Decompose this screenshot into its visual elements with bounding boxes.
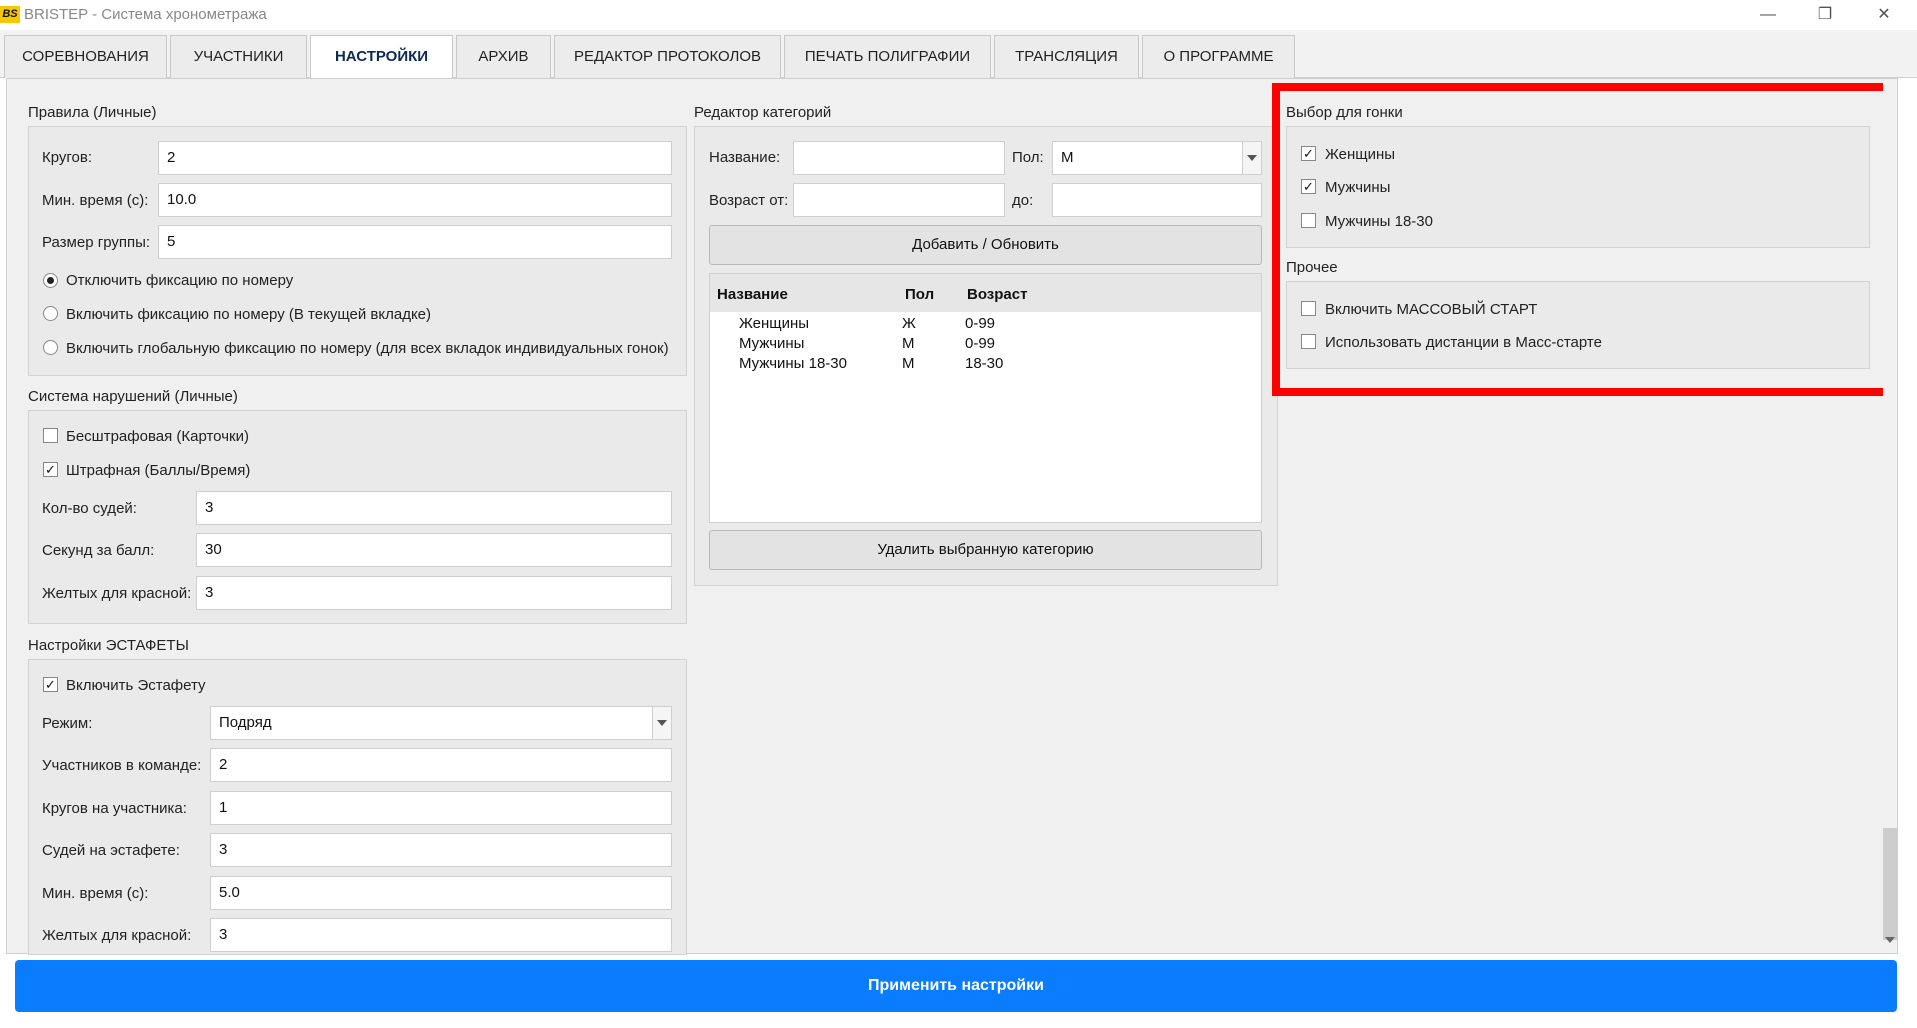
relay-min-time-label: Мин. время (с):: [42, 885, 149, 902]
minimize-button[interactable]: —: [1740, 0, 1796, 30]
row-age: 0-99: [965, 335, 996, 352]
category-sex-select[interactable]: М: [1052, 141, 1262, 175]
age-to-label: до:: [1012, 192, 1034, 209]
yellow-label: Желтых для красной:: [42, 585, 192, 602]
column-age-header[interactable]: Возраст: [967, 286, 1027, 303]
vertical-scrollbar[interactable]: [1883, 79, 1897, 953]
row-sex: Ж: [902, 315, 916, 332]
laps-input[interactable]: 2: [158, 141, 672, 175]
penalty-label: Штрафная (Баллы/Время): [66, 462, 251, 479]
category-list[interactable]: Название Пол Возраст Женщины Ж 0-99 Мужч…: [709, 273, 1262, 523]
tab-broadcast[interactable]: ТРАНСЛЯЦИЯ: [994, 35, 1139, 78]
scroll-down-arrow-icon[interactable]: [1885, 937, 1895, 943]
tab-competitions[interactable]: СОРЕВНОВАНИЯ: [4, 35, 167, 78]
title-bar: BS BRISTEP - Система хронометража — ❐ ✕: [0, 0, 1917, 30]
rules-title: Правила (Личные): [28, 104, 157, 121]
row-name: Мужчины 18-30: [739, 355, 847, 372]
group-size-input[interactable]: 5: [158, 225, 672, 259]
tab-protocol-editor[interactable]: РЕДАКТОР ПРОТОКОЛОВ: [554, 35, 781, 78]
fixation-tab-radio[interactable]: [43, 306, 58, 321]
laps-label: Кругов:: [42, 149, 93, 166]
relay-yellow-input[interactable]: 3: [210, 918, 672, 952]
relay-title: Настройки ЭСТАФЕТЫ: [28, 637, 189, 654]
table-row[interactable]: Мужчины М 0-99: [710, 334, 1261, 354]
row-name: Женщины: [739, 315, 810, 332]
scrollbar-thumb[interactable]: [1883, 828, 1897, 940]
no-penalty-label: Бесштрафовая (Карточки): [66, 428, 249, 445]
app-logo: BS: [0, 6, 20, 23]
age-from-input[interactable]: [793, 183, 1005, 217]
column-name-header[interactable]: Название: [717, 286, 788, 303]
chevron-down-icon[interactable]: [652, 707, 671, 739]
category-sex-value: М: [1061, 149, 1074, 166]
relay-judges-label: Судей на эстафете:: [42, 842, 180, 859]
group-size-label: Размер группы:: [42, 234, 151, 251]
fixation-off-radio[interactable]: [43, 273, 58, 288]
tab-print[interactable]: ПЕЧАТЬ ПОЛИГРАФИИ: [784, 35, 991, 78]
fixation-tab-label: Включить фиксацию по номеру (В текущей в…: [66, 306, 432, 323]
tab-about[interactable]: О ПРОГРАММЕ: [1142, 35, 1295, 78]
judges-input[interactable]: 3: [196, 491, 672, 525]
fixation-off-label: Отключить фиксацию по номеру: [66, 272, 294, 289]
category-name-input[interactable]: [793, 141, 1005, 175]
chevron-down-icon[interactable]: [1242, 142, 1261, 174]
penalty-checkbox[interactable]: ✓: [43, 462, 58, 477]
relay-enable-checkbox[interactable]: ✓: [43, 677, 58, 692]
tab-settings[interactable]: НАСТРОЙКИ: [310, 35, 453, 79]
min-time-label: Мин. время (с):: [42, 192, 149, 209]
window-title: BRISTEP - Система хронометража: [24, 6, 267, 23]
yellow-input[interactable]: 3: [196, 576, 672, 610]
fixation-global-radio[interactable]: [43, 340, 58, 355]
relay-mode-label: Режим:: [42, 715, 93, 732]
table-row[interactable]: Женщины Ж 0-99: [710, 314, 1261, 334]
categories-title: Редактор категорий: [694, 104, 832, 121]
add-category-button[interactable]: Добавить / Обновить: [709, 225, 1262, 265]
min-time-input[interactable]: 10.0: [158, 183, 672, 217]
seconds-label: Секунд за балл:: [42, 542, 155, 559]
violations-title: Система нарушений (Личные): [28, 388, 238, 405]
row-sex: М: [902, 355, 915, 372]
restore-button[interactable]: ❐: [1797, 0, 1853, 30]
no-penalty-checkbox[interactable]: [43, 428, 58, 443]
relay-enable-label: Включить Эстафету: [66, 677, 206, 694]
row-name: Мужчины: [739, 335, 805, 352]
team-label: Участников в команде:: [42, 757, 202, 774]
table-row[interactable]: Мужчины 18-30 М 18-30: [710, 354, 1261, 374]
relay-mode-value: Подряд: [219, 714, 272, 731]
seconds-input[interactable]: 30: [196, 533, 672, 567]
relay-judges-input[interactable]: 3: [210, 833, 672, 867]
row-age: 18-30: [965, 355, 1004, 372]
fixation-global-label: Включить глобальную фиксацию по номеру (…: [66, 340, 669, 357]
relay-min-time-input[interactable]: 5.0: [210, 876, 672, 910]
tab-bar: СОРЕВНОВАНИЯ УЧАСТНИКИ НАСТРОЙКИ АРХИВ Р…: [0, 30, 1917, 79]
apply-settings-button[interactable]: Применить настройки: [15, 960, 1897, 1012]
category-sex-label: Пол:: [1012, 149, 1044, 166]
age-from-label: Возраст от:: [709, 192, 789, 209]
team-input[interactable]: 2: [210, 748, 672, 782]
column-sex-header[interactable]: Пол: [905, 286, 934, 303]
category-name-label: Название:: [709, 149, 781, 166]
tab-participants[interactable]: УЧАСТНИКИ: [170, 35, 307, 78]
tab-archive[interactable]: АРХИВ: [456, 35, 551, 78]
age-to-input[interactable]: [1052, 183, 1262, 217]
highlight-frame: [1272, 83, 1895, 396]
relay-laps-label: Кругов на участника:: [42, 800, 187, 817]
close-button[interactable]: ✕: [1856, 0, 1912, 30]
delete-category-button[interactable]: Удалить выбранную категорию: [709, 530, 1262, 570]
relay-laps-input[interactable]: 1: [210, 791, 672, 825]
relay-mode-select[interactable]: Подряд: [210, 706, 672, 740]
row-sex: М: [902, 335, 915, 352]
row-age: 0-99: [965, 315, 996, 332]
judges-label: Кол-во судей:: [42, 500, 137, 517]
relay-yellow-label: Желтых для красной:: [42, 927, 192, 944]
